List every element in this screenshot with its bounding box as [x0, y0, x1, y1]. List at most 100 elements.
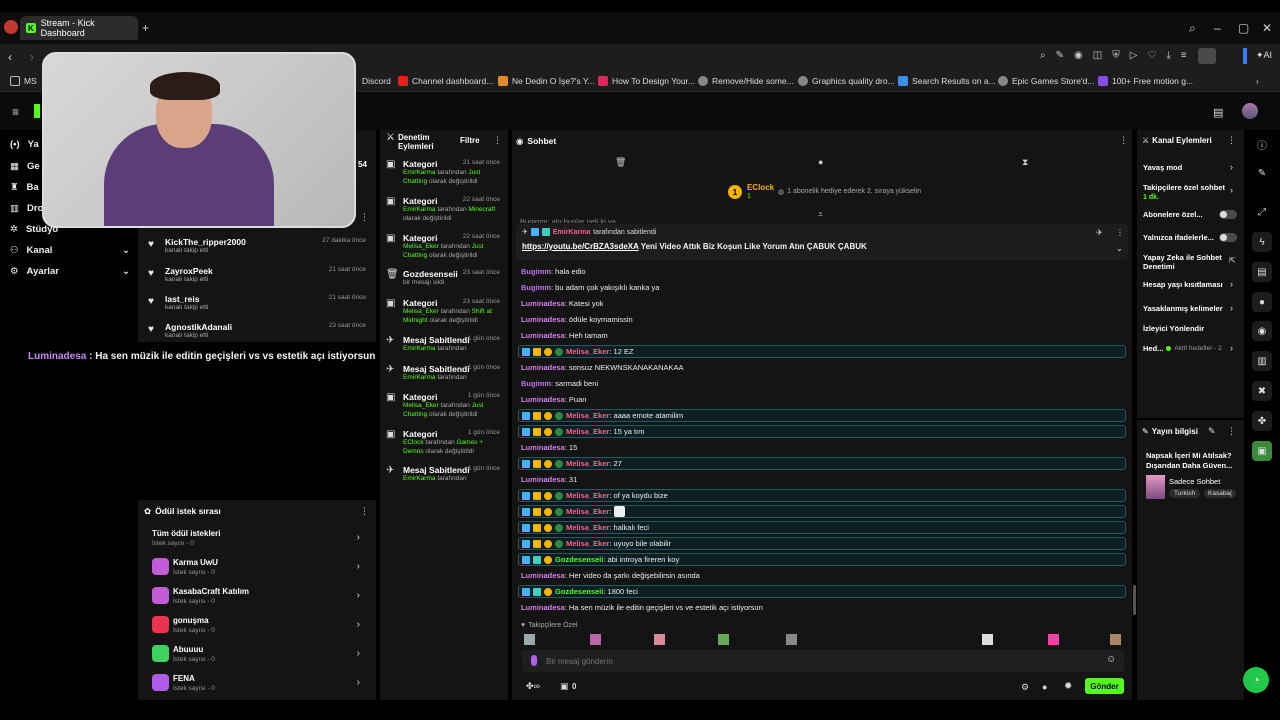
heart-icon[interactable]: ♡	[1147, 50, 1156, 61]
sidebar-item-3[interactable]: ♜ Ba	[10, 182, 39, 193]
lightning-icon[interactable]: ϟ	[1252, 232, 1272, 252]
edit-icon[interactable]: ✎	[1252, 163, 1272, 183]
chat-username[interactable]: Melisa_Eker	[566, 539, 609, 548]
browser-tab[interactable]: K Stream - Kick Dashboard	[20, 16, 138, 40]
channel-points-icon[interactable]: ✤∞	[526, 681, 540, 692]
badge-settings-icon[interactable]: ✹	[1064, 681, 1072, 692]
chat-username[interactable]: Luminadesa	[521, 443, 565, 452]
gear-icon[interactable]: ⚙	[1021, 682, 1029, 693]
reward-item[interactable]: FENA İstek sayısı - 0 ›	[150, 674, 370, 694]
bookmark-epic-games[interactable]: Epic Games Store'd...	[998, 76, 1094, 86]
back-icon[interactable]: ‹	[8, 51, 12, 63]
reward-item[interactable]: Karma UwU İstek sayısı - 0 ›	[150, 558, 370, 578]
support-chat-icon[interactable]: ◔	[1243, 667, 1269, 693]
profile-icon[interactable]	[1198, 48, 1216, 64]
info-icon[interactable]: ⓘ	[1252, 134, 1272, 154]
browser-logo-icon[interactable]	[4, 20, 18, 34]
feed-more-icon[interactable]: ⋮	[360, 212, 369, 223]
pin-icon[interactable]: ✈	[1096, 228, 1103, 237]
trash-icon[interactable]: 🗑	[615, 157, 626, 168]
server-icon[interactable]: ▥	[1252, 351, 1272, 371]
document-icon[interactable]: ▤	[1252, 262, 1272, 282]
chat-username[interactable]: Luminadesa	[521, 475, 565, 484]
camera-icon[interactable]: ◉	[1074, 50, 1083, 61]
gift-icon[interactable]: ▣	[560, 681, 569, 692]
bookmark-search-results[interactable]: Search Results on a...	[898, 76, 996, 86]
action-banned-words[interactable]: Yasaklanmış kelimeler	[1143, 304, 1238, 313]
action-goals[interactable]: Hed... Aktif hedefler - 2	[1143, 344, 1238, 353]
emote-icon[interactable]	[1048, 634, 1059, 645]
expand-icon[interactable]: ⩡	[818, 209, 823, 220]
broadcast-icon[interactable]: ◉	[1252, 321, 1272, 341]
chat-username[interactable]: Luminadesa	[521, 331, 565, 340]
action-raid[interactable]: İzleyici Yönlendir	[1143, 324, 1238, 333]
sidebar-item-live[interactable]: (•) Ya	[10, 139, 39, 150]
emote-icon[interactable]	[524, 634, 535, 645]
bookmark-graphics-quality[interactable]: Graphics quality dro...	[798, 76, 895, 86]
chat-username[interactable]: Luminadesa	[521, 363, 565, 372]
display-icon[interactable]: ▤	[1213, 106, 1223, 119]
stream-tag[interactable]: Kasaba(	[1204, 489, 1236, 498]
chat-bubble-icon[interactable]: ●	[818, 157, 823, 167]
gift-icon[interactable]: ✤	[1252, 411, 1272, 431]
action-ai-moderation[interactable]: Yapay Zeka ile Sohbet Denetimi	[1143, 253, 1231, 271]
minimize-icon[interactable]: –	[1214, 22, 1221, 34]
wrench-icon[interactable]: ✖	[1252, 381, 1272, 401]
hourglass-icon[interactable]: ⧗	[1022, 157, 1028, 168]
chat-username[interactable]: Luminadesa	[521, 571, 565, 580]
action-account-age[interactable]: Hesap yaşı kısıtlaması	[1143, 280, 1238, 289]
chat-username[interactable]: Bugimm	[521, 267, 551, 276]
reward-item[interactable]: KasabaCraft Katılım İstek sayısı - 0 ›	[150, 587, 370, 607]
subscribers-only-toggle[interactable]	[1219, 210, 1237, 219]
leader-name[interactable]: EClock	[747, 183, 774, 192]
send-button[interactable]: Gönder	[1085, 678, 1124, 694]
chat-username[interactable]: Melisa_Eker	[566, 427, 609, 436]
reward-item[interactable]: Abuuuu İstek sayısı - 0 ›	[150, 645, 370, 665]
chat-username[interactable]: Melisa_Eker	[566, 507, 609, 516]
ai-icon[interactable]: ✦AI	[1256, 50, 1272, 61]
sidebar-item-channel[interactable]: ⚇ Kanal ⌄	[10, 245, 130, 256]
bookmark-how-to-design[interactable]: How To Design Your...	[598, 76, 695, 86]
emote-icon[interactable]	[590, 634, 601, 645]
bookmark-ms[interactable]: MS	[10, 76, 37, 86]
bookmark-remove-hide[interactable]: Remove/Hide some...	[698, 76, 794, 86]
stream-tag[interactable]: Turkish	[1169, 489, 1201, 498]
edit-icon[interactable]: ✎	[1208, 426, 1216, 437]
chat-message-input[interactable]	[546, 653, 1086, 669]
emote-icon[interactable]	[654, 634, 665, 645]
chat-more-icon[interactable]: ⋮	[1119, 135, 1128, 146]
chat-bubble-icon[interactable]: ●	[1252, 292, 1272, 312]
maximize-icon[interactable]: ▢	[1238, 22, 1249, 34]
close-window-icon[interactable]: ✕	[1262, 22, 1272, 34]
emoji-icon[interactable]: ☺	[1106, 654, 1116, 665]
shield-icon[interactable]: ⛨	[1112, 50, 1120, 61]
mod-more-icon[interactable]: ⋮	[493, 135, 502, 146]
reward-more-icon[interactable]: ⋮	[360, 506, 369, 517]
extension-icon[interactable]: ▣	[1252, 441, 1272, 461]
action-followers-only[interactable]: Takipçilere özel sohbet 1 dk.	[1143, 183, 1231, 202]
chat-username[interactable]: Luminadesa	[521, 299, 565, 308]
mic-icon[interactable]	[531, 655, 537, 666]
channel-actions-more-icon[interactable]: ⋮	[1227, 135, 1236, 146]
chat-username[interactable]: Luminadesa	[521, 603, 565, 612]
edit-icon[interactable]: ✎	[1056, 50, 1064, 61]
emote-icon[interactable]	[982, 634, 993, 645]
chat-username[interactable]: Bugimm	[521, 379, 551, 388]
zoom-icon[interactable]: ⌕	[1040, 50, 1046, 61]
chat-username[interactable]: Bugimm	[521, 283, 551, 292]
emote-icon[interactable]	[718, 634, 729, 645]
chat-username[interactable]: Luminadesa	[521, 395, 565, 404]
pinned-link[interactable]: https://youtu.be/CrBZA3sdeXA	[522, 242, 639, 251]
forward-icon[interactable]: ›	[30, 51, 34, 63]
user-avatar[interactable]	[1242, 103, 1258, 119]
reward-item-all[interactable]: Tüm ödül istekleri İstek sayısı - 0 ›	[150, 529, 370, 549]
reward-item[interactable]: gonuşma İstek sayısı - 0 ›	[150, 616, 370, 636]
emotes-only-toggle[interactable]	[1219, 233, 1237, 242]
chat-bubble-icon[interactable]: ●	[1042, 682, 1047, 692]
chat-username[interactable]: Gozdesenseii	[555, 587, 603, 596]
hamburger-menu-icon[interactable]: ≡	[12, 105, 19, 119]
chat-username[interactable]: Melisa_Eker	[566, 411, 609, 420]
kick-logo-icon[interactable]	[34, 104, 40, 118]
pinned-more-icon[interactable]: ⋮	[1116, 228, 1124, 237]
bookmark-free-motion[interactable]: 100+ Free motion g...	[1098, 76, 1193, 86]
